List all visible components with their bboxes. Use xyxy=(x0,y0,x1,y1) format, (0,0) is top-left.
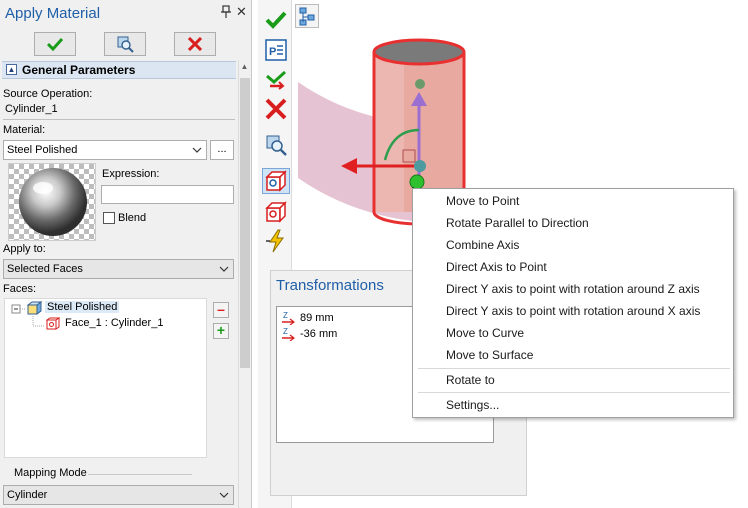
apply-to-value: Selected Faces xyxy=(7,263,83,275)
axis-letter: Z xyxy=(283,311,288,320)
expression-label: Expression: xyxy=(102,168,160,180)
menu-item-direct-y-z[interactable]: Direct Y axis to point with rotation aro… xyxy=(446,278,700,300)
faces-label: Faces: xyxy=(3,283,37,295)
mapping-mode-label: Mapping Mode xyxy=(14,467,87,479)
move-axis-icon: Z xyxy=(282,311,295,325)
chevron-down-icon xyxy=(219,266,229,272)
move-axis-icon: Z xyxy=(282,327,295,341)
tree-item-root[interactable]: Steel Polished xyxy=(45,301,120,313)
chevron-down-icon xyxy=(219,492,229,498)
mapping-mode-value: Cylinder xyxy=(7,489,48,501)
lightning-icon[interactable] xyxy=(262,228,290,254)
material-select-value: Steel Polished xyxy=(7,144,78,156)
section-title: General Parameters xyxy=(22,63,136,77)
box-select-icon[interactable] xyxy=(262,168,290,194)
preview-icon[interactable] xyxy=(262,132,290,158)
material-label: Material: xyxy=(3,124,46,136)
box-icon[interactable] xyxy=(262,199,290,225)
menu-item-move-to-surface[interactable]: Move to Surface xyxy=(446,344,533,366)
menu-item-direct-y-x[interactable]: Direct Y axis to point with rotation aro… xyxy=(446,300,700,322)
mapping-mode-select[interactable]: Cylinder xyxy=(3,485,234,505)
pin-icon[interactable] xyxy=(220,5,232,19)
transform-value: 89 mm xyxy=(300,312,334,324)
expression-input[interactable] xyxy=(101,185,234,204)
blend-label: Blend xyxy=(118,212,147,224)
menu-item-combine-axis[interactable]: Combine Axis xyxy=(446,234,519,256)
menu-item-direct-axis[interactable]: Direct Axis to Point xyxy=(446,256,547,278)
redo-icon[interactable] xyxy=(262,66,290,92)
transform-value: -36 mm xyxy=(300,328,338,340)
axis-letter: Z xyxy=(283,327,288,336)
blend-checkbox[interactable] xyxy=(103,212,115,224)
menu-separator xyxy=(418,392,730,393)
svg-text:P: P xyxy=(269,46,276,58)
scroll-thumb[interactable] xyxy=(240,78,250,368)
menu-item-rotate-parallel[interactable]: Rotate Parallel to Direction xyxy=(446,212,589,234)
add-face-button[interactable]: + xyxy=(213,323,229,339)
apply-to-select[interactable]: Selected Faces xyxy=(3,259,234,279)
close-icon[interactable]: ✕ xyxy=(236,4,248,19)
menu-item-rotate-to[interactable]: Rotate to xyxy=(446,369,495,391)
preview-button[interactable] xyxy=(104,32,146,56)
menu-item-move-to-point[interactable]: Move to Point xyxy=(446,190,519,212)
mapping-divider xyxy=(88,474,192,475)
face-icon xyxy=(45,317,61,331)
cancel-x-icon[interactable] xyxy=(262,96,290,122)
material-select[interactable]: Steel Polished xyxy=(3,140,207,160)
scene-tree-icon[interactable] xyxy=(295,4,319,28)
cancel-x-icon xyxy=(188,37,202,51)
ok-button[interactable] xyxy=(34,32,76,56)
faces-tree[interactable]: Steel Polished Face_1 : Cylinder_1 xyxy=(4,298,207,458)
cancel-button[interactable] xyxy=(174,32,216,56)
material-cube-icon xyxy=(26,301,43,315)
check-icon xyxy=(47,37,63,51)
browse-material-button[interactable]: ... xyxy=(210,140,234,160)
remove-face-button[interactable]: – xyxy=(213,302,229,318)
source-operation-label: Source Operation: xyxy=(3,88,93,100)
source-operation-field: Cylinder_1 xyxy=(3,101,235,120)
chevron-down-icon xyxy=(192,147,202,153)
apply-to-label: Apply to: xyxy=(3,243,46,255)
transformations-title: Transformations xyxy=(276,277,384,294)
scroll-up-icon[interactable]: ▲ xyxy=(238,62,251,74)
ok-check-icon[interactable] xyxy=(262,7,290,33)
preview-icon xyxy=(117,36,134,53)
panel-title: Apply Material xyxy=(5,5,101,22)
parameters-icon[interactable]: P xyxy=(262,37,290,63)
menu-item-settings[interactable]: Settings... xyxy=(446,394,499,416)
collapse-icon[interactable]: ▲ xyxy=(6,64,17,75)
material-preview-image xyxy=(8,163,96,241)
tree-item-face[interactable]: Face_1 : Cylinder_1 xyxy=(65,317,163,329)
menu-item-move-to-curve[interactable]: Move to Curve xyxy=(446,322,524,344)
